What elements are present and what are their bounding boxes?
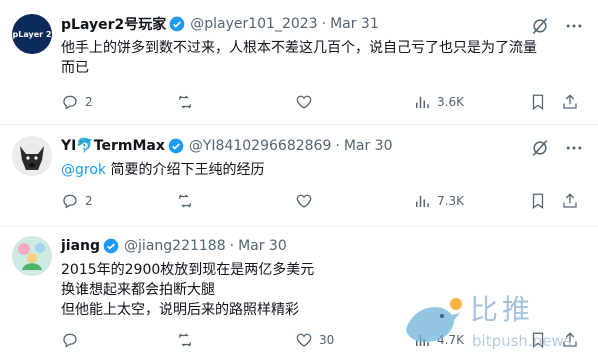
views-button[interactable]: 7.3K (413, 191, 464, 211)
watermark-brand: 比推 (470, 293, 535, 326)
display-name[interactable]: jiang (61, 238, 100, 254)
bookmark-icon (532, 193, 544, 210)
views-icon (416, 96, 429, 108)
avatar-logo-text: pLayer 2 (12, 29, 52, 39)
reply-icon (63, 194, 77, 209)
verified-badge-icon (169, 16, 185, 32)
retweet-button[interactable] (176, 92, 200, 112)
tweet-text-line: 而已 (61, 60, 89, 76)
view-count: 3.6K (437, 95, 464, 109)
heart-icon (296, 194, 312, 208)
tweet-text-line: 2015年的2900枚放到现在是两亿多美元 (61, 262, 315, 278)
bookmark-icon (532, 94, 544, 111)
views-icon (416, 195, 429, 207)
grok-icon[interactable] (530, 138, 550, 158)
share-button[interactable] (561, 191, 579, 211)
retweet-button[interactable] (176, 191, 200, 211)
verified-badge-icon (168, 138, 184, 154)
tweet-text: 简要的介绍下王纯的经历 (106, 162, 265, 178)
reply-count: 2 (85, 194, 93, 208)
share-icon (563, 193, 577, 208)
more-options-icon[interactable] (564, 16, 584, 36)
cartoon-avatar-icon (12, 236, 52, 276)
user-handle[interactable]: @player101_2023 (190, 16, 317, 32)
user-handle[interactable]: @jiang221188 (124, 238, 226, 254)
timestamp[interactable]: Mar 30 (344, 138, 393, 154)
watermark-url: bitpush.news (472, 332, 572, 350)
separator-dot: · (321, 16, 327, 32)
reply-button[interactable] (61, 330, 85, 350)
tweet[interactable]: pLayer 2 pLayer2号玩家 @player101_2023 · Ma… (0, 0, 598, 125)
view-count: 7.3K (437, 194, 464, 208)
avatar[interactable] (12, 236, 52, 276)
grok-icon[interactable] (530, 16, 550, 36)
dog-avatar-icon (12, 136, 52, 176)
mention-link[interactable]: @grok (61, 162, 106, 178)
like-button[interactable] (295, 92, 319, 112)
heart-icon (296, 95, 312, 109)
tweet[interactable]: YI🐬TermMax @YI8410296682869 · Mar 30 @gr… (0, 124, 598, 227)
bitpush-watermark: 比推 bitpush.news (398, 282, 588, 360)
avatar[interactable]: pLayer 2 (12, 14, 52, 54)
more-options-icon[interactable] (564, 138, 584, 158)
reply-button[interactable]: 2 (61, 191, 93, 211)
like-button[interactable] (295, 191, 319, 211)
share-icon (563, 94, 577, 109)
bookmark-button[interactable] (529, 191, 547, 211)
reply-icon (63, 333, 77, 348)
bookmark-button[interactable] (529, 92, 547, 112)
heart-icon (296, 333, 312, 347)
timestamp[interactable]: Mar 31 (330, 16, 379, 32)
display-name[interactable]: YI🐬TermMax (61, 138, 165, 154)
verified-badge-icon (103, 238, 119, 254)
retweet-icon (179, 95, 191, 109)
like-count: 30 (319, 333, 335, 347)
share-button[interactable] (561, 92, 579, 112)
retweet-icon (179, 333, 191, 347)
reply-button[interactable]: 2 (61, 92, 93, 112)
separator-dot: · (229, 238, 235, 254)
reply-count: 2 (85, 95, 93, 109)
bird-logo-icon (406, 298, 462, 342)
like-button[interactable]: 30 (295, 330, 334, 350)
tweet-text-line: 他手上的饼多到数不过来，人根本不差这几百个，说自己亏了也只是为了流量 (61, 40, 537, 56)
views-button[interactable]: 3.6K (413, 92, 464, 112)
reply-icon (63, 95, 77, 110)
timestamp[interactable]: Mar 30 (238, 238, 287, 254)
retweet-icon (179, 194, 191, 208)
avatar[interactable] (12, 136, 52, 176)
user-handle[interactable]: @YI8410296682869 (189, 138, 331, 154)
retweet-button[interactable] (176, 330, 200, 350)
display-name[interactable]: pLayer2号玩家 (61, 14, 166, 34)
separator-dot: · (335, 138, 340, 154)
